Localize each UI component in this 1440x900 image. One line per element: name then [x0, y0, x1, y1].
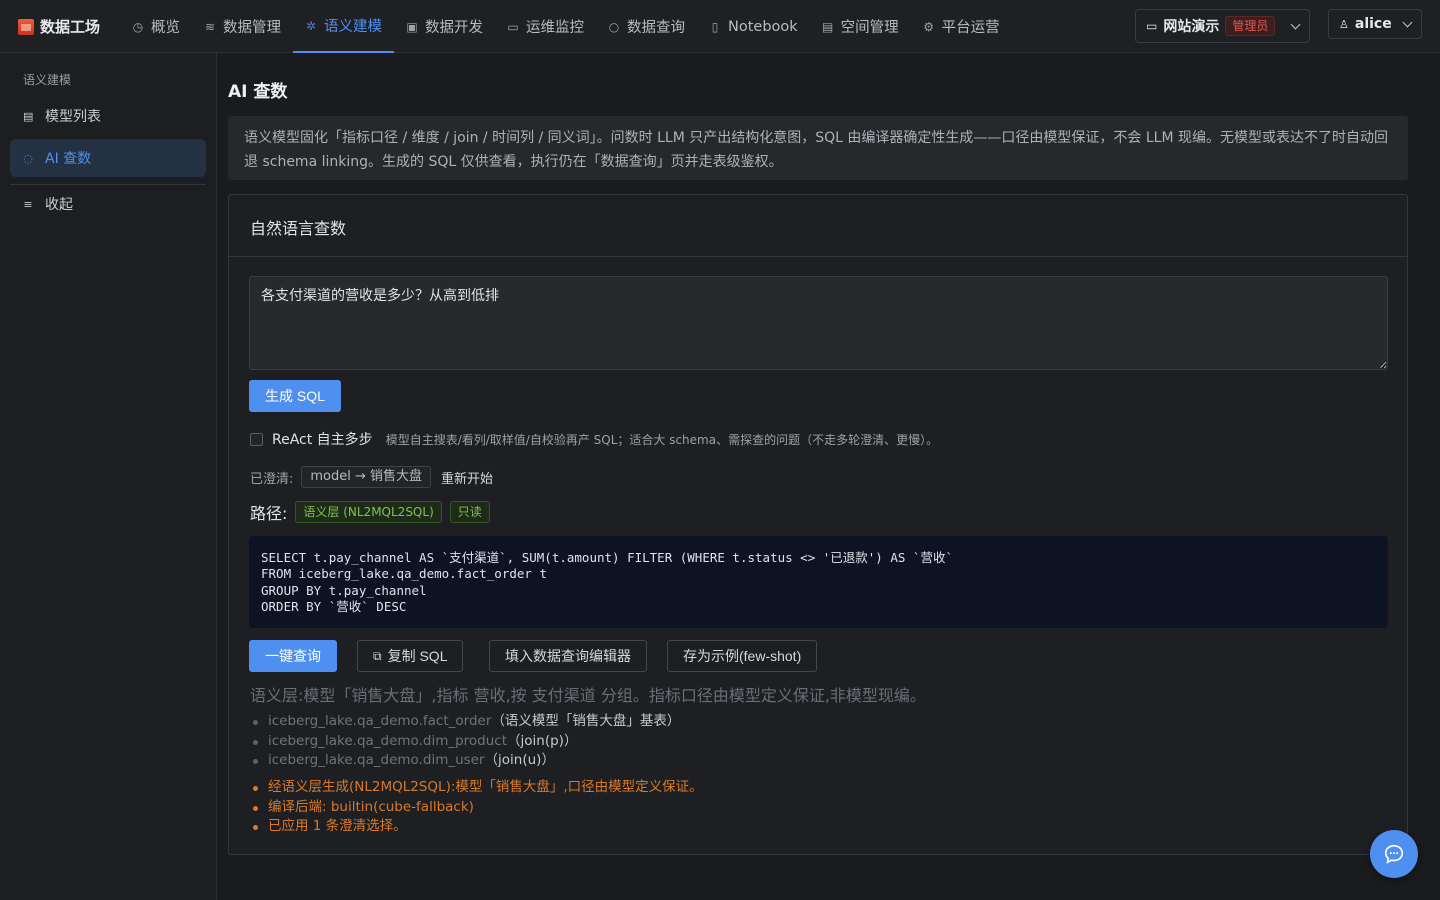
chat-assistant-button[interactable] — [1370, 830, 1418, 878]
nav-item-platform-ops[interactable]: ⚙ 平台运营 — [911, 0, 1012, 53]
nav-item-label: 数据管理 — [223, 20, 281, 36]
save-example-button[interactable]: 存为示例(few-shot) — [667, 640, 818, 672]
list-icon: ▤ — [23, 109, 34, 123]
chevron-down-icon — [1402, 17, 1413, 27]
nav-item-space-management[interactable]: ▤ 空间管理 — [810, 0, 911, 53]
copy-icon: ⧉ — [373, 648, 382, 663]
nav-item-data-query[interactable]: ○ 数据查询 — [596, 0, 697, 53]
path-label: 路径: — [250, 504, 288, 523]
table-name: iceberg_lake.qa_demo.dim_product — [268, 732, 508, 749]
nav-item-ops-monitoring[interactable]: ▭ 运维监控 — [495, 0, 596, 53]
sidebar-item-label: 收起 — [45, 197, 73, 213]
brand[interactable]: 数据工场 — [18, 16, 100, 37]
react-description: 模型自主搜表/看列/取样值/自校验再产 SQL；适合大 schema、需探查的问… — [385, 432, 939, 447]
nav-item-label: 运维监控 — [526, 20, 584, 36]
note-item: 经语义层生成(NL2MQL2SQL):模型「销售大盘」,口径由模型定义保证。 — [250, 778, 703, 798]
nav-item-overview[interactable]: ◷ 概览 — [120, 0, 192, 53]
react-label: ReAct 自主多步 — [272, 432, 373, 448]
sidebar-item-ai-query[interactable]: ◌ AI 查数 — [10, 139, 206, 177]
nav-item-label: 概览 — [151, 20, 180, 36]
page-title: AI 查数 — [228, 82, 288, 102]
brand-title: 数据工场 — [40, 18, 101, 36]
workspace-name: 网站演示 — [1163, 19, 1220, 35]
main-nav: ◷ 概览 ≋ 数据管理 ✲ 语义建模 ▣ 数据开发 ▭ 运维监控 ○ 数据查询 … — [120, 0, 1012, 53]
gear-icon: ⚙ — [923, 19, 935, 34]
user-name: alice — [1354, 16, 1392, 32]
dashboard-icon: ◷ — [132, 19, 144, 34]
code-icon: ▣ — [406, 19, 418, 34]
path-tag-semantic: 语义层 (NL2MQL2SQL) — [295, 501, 442, 523]
table-name: iceberg_lake.qa_demo.dim_user — [268, 752, 485, 768]
note-item: 编译后端: builtin(cube-fallback) — [250, 798, 703, 818]
nl-query-card: 自然语言查数 各支付渠道的营收是多少？从高到低排 生成 SQL ReAct 自主… — [228, 194, 1408, 855]
clarified-tag: model → 销售大盘 — [301, 466, 432, 488]
nav-item-label: 空间管理 — [840, 20, 899, 36]
chat-icon: ◌ — [23, 151, 33, 165]
nav-item-label: 数据查询 — [627, 20, 685, 36]
copy-sql-label: 复制 SQL — [387, 648, 448, 664]
sidebar-collapse-button[interactable]: ≡ 收起 — [10, 185, 206, 223]
table-note: （join(p)） — [507, 732, 578, 749]
nav-item-label: Notebook — [728, 18, 798, 35]
semantic-icon: ✲ — [305, 18, 317, 33]
sql-output: SELECT t.pay_channel AS `支付渠道`, SUM(t.am… — [249, 536, 1388, 628]
table-list: iceberg_lake.qa_demo.fact_order（语义模型「销售大… — [250, 712, 680, 771]
sidebar-item-model-list[interactable]: ▤ 模型列表 — [10, 97, 206, 135]
user-menu[interactable]: ♙ alice — [1328, 9, 1422, 39]
chevron-down-icon — [1290, 19, 1301, 29]
chat-bubble-icon — [1384, 844, 1404, 864]
path-row: 路径: 语义层 (NL2MQL2SQL) 只读 — [250, 500, 490, 524]
search-icon: ○ — [608, 19, 620, 34]
react-checkbox[interactable] — [250, 432, 263, 446]
folder-icon: ▭ — [1146, 19, 1158, 33]
factory-logo-icon — [18, 18, 34, 35]
user-icon: ♙ — [1339, 17, 1349, 31]
nav-item-label: 平台运营 — [941, 20, 1000, 36]
notebook-icon: ▯ — [711, 19, 719, 34]
menu-icon: ≡ — [23, 197, 33, 211]
sidebar-item-label: 模型列表 — [45, 109, 101, 125]
question-input[interactable]: 各支付渠道的营收是多少？从高到低排 — [249, 276, 1388, 370]
card-title: 自然语言查数 — [229, 195, 1407, 257]
monitor-icon: ▭ — [507, 19, 519, 34]
list-item: iceberg_lake.qa_demo.dim_user（join(u)） — [250, 751, 680, 771]
semantic-summary: 语义层:模型「销售大盘」,指标 营收,按 支付渠道 分组。指标口径由模型定义保证… — [250, 686, 926, 705]
clarification-row: 已澄清: model → 销售大盘 重新开始 — [250, 466, 493, 488]
top-nav-bar: 数据工场 ◷ 概览 ≋ 数据管理 ✲ 语义建模 ▣ 数据开发 ▭ 运维监控 ○ … — [0, 0, 1440, 53]
database-icon: ≋ — [204, 19, 216, 34]
list-item: iceberg_lake.qa_demo.fact_order（语义模型「销售大… — [250, 712, 680, 732]
info-notice: 语义模型固化「指标口径 / 维度 / join / 时间列 / 同义词」。问数时… — [228, 116, 1408, 180]
react-option: ReAct 自主多步 模型自主搜表/看列/取样值/自校验再产 SQL；适合大 s… — [250, 429, 938, 449]
path-tag-readonly: 只读 — [449, 501, 490, 523]
nav-item-label: 语义建模 — [324, 19, 382, 35]
list-item: iceberg_lake.qa_demo.dim_product（join(p)… — [250, 732, 680, 752]
fill-editor-button[interactable]: 填入数据查询编辑器 — [489, 640, 647, 672]
table-note: （语义模型「销售大盘」基表） — [491, 713, 681, 729]
role-badge: 管理员 — [1225, 16, 1276, 36]
table-name: iceberg_lake.qa_demo.fact_order — [268, 713, 492, 729]
generate-sql-button[interactable]: 生成 SQL — [249, 380, 341, 412]
table-note: （join(u)） — [484, 752, 555, 768]
nav-item-data-development[interactable]: ▣ 数据开发 — [394, 0, 495, 53]
sidebar-item-label: AI 查数 — [45, 151, 92, 167]
sidebar-section-title: 语义建模 — [23, 73, 72, 87]
nav-item-notebook[interactable]: ▯ Notebook — [697, 0, 810, 53]
nav-item-semantic-modeling[interactable]: ✲ 语义建模 — [293, 0, 394, 53]
copy-sql-button[interactable]: ⧉ 复制 SQL — [357, 640, 464, 672]
run-query-button[interactable]: 一键查询 — [249, 640, 337, 672]
nav-item-label: 数据开发 — [425, 20, 483, 36]
clarified-label: 已澄清: — [250, 471, 294, 487]
restart-link[interactable]: 重新开始 — [441, 468, 493, 487]
workspace-selector[interactable]: ▭ 网站演示 管理员 — [1135, 9, 1310, 43]
building-icon: ▤ — [822, 19, 834, 34]
sidebar: 语义建模 ▤ 模型列表 ◌ AI 查数 ≡ 收起 — [0, 53, 217, 900]
note-item: 已应用 1 条澄清选择。 — [250, 817, 703, 837]
notes-list: 经语义层生成(NL2MQL2SQL):模型「销售大盘」,口径由模型定义保证。 编… — [250, 778, 703, 837]
nav-item-data-management[interactable]: ≋ 数据管理 — [192, 0, 293, 53]
